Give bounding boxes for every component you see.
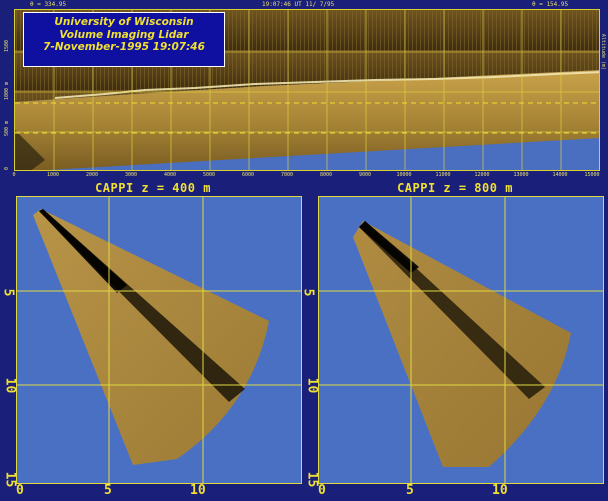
x-tick: 14000 bbox=[552, 172, 568, 178]
x-tick: 1000 bbox=[46, 172, 60, 178]
x-tick: 12000 bbox=[474, 172, 490, 178]
y-tick: 5 bbox=[0, 288, 16, 297]
x-tick: 5 bbox=[104, 483, 112, 498]
title-line-date: 7-November-1995 19:07:46 bbox=[43, 41, 205, 53]
timestamp-readout: 19:07:46 UT 11/ 7/95 bbox=[262, 1, 335, 8]
left-angle-readout: θ = 334.95 bbox=[30, 1, 67, 8]
y-tick: 0 bbox=[4, 166, 10, 170]
cappi-title: CAPPI z = 800 m bbox=[397, 181, 513, 195]
x-tick: 2000 bbox=[85, 172, 99, 178]
x-tick: 7000 bbox=[280, 172, 294, 178]
y-tick: 10 bbox=[2, 377, 18, 394]
x-tick: 10 bbox=[492, 483, 508, 498]
y-tick: 1500 bbox=[4, 39, 10, 52]
x-tick: 13000 bbox=[513, 172, 529, 178]
cappi-map bbox=[16, 196, 302, 484]
right-angle-readout: θ = 154.95 bbox=[532, 1, 569, 8]
x-tick: 0 bbox=[12, 172, 16, 178]
y-tick: 500 m bbox=[4, 120, 10, 136]
rhi-panel: θ = 334.95 19:07:46 UT 11/ 7/95 θ = 154.… bbox=[0, 0, 608, 180]
x-tick: 11000 bbox=[435, 172, 451, 178]
x-tick: 10000 bbox=[396, 172, 412, 178]
x-tick: 4000 bbox=[163, 172, 177, 178]
y-tick: 5 bbox=[300, 288, 316, 297]
x-tick: 0 bbox=[16, 483, 24, 498]
cappi-map bbox=[318, 196, 604, 484]
cappi-panel-800m: CAPPI z = 800 m 5 10 15 0 5 10 bbox=[300, 180, 606, 501]
x-tick: 8000 bbox=[319, 172, 333, 178]
title-line-instrument: Volume Imaging Lidar bbox=[59, 28, 189, 41]
x-tick: 0 bbox=[318, 483, 326, 498]
x-tick: 6000 bbox=[241, 172, 255, 178]
title-box: University of Wisconsin Volume Imaging L… bbox=[23, 12, 225, 67]
x-tick: 10 bbox=[190, 483, 206, 498]
cappi-map-svg bbox=[17, 197, 301, 483]
title-line-university: University of Wisconsin bbox=[54, 16, 194, 28]
cappi-title: CAPPI z = 400 m bbox=[95, 181, 211, 195]
x-tick: 5 bbox=[406, 483, 414, 498]
x-tick: 3000 bbox=[124, 172, 138, 178]
cappi-map-svg bbox=[319, 197, 603, 483]
y-tick: 10 bbox=[304, 377, 320, 394]
x-tick: 15000 bbox=[584, 172, 600, 178]
x-tick: 5000 bbox=[202, 172, 216, 178]
cappi-panel-400m: CAPPI z = 400 m 5 10 15 0 5 10 bbox=[0, 180, 304, 501]
altitude-axis-label: Altitude (m) bbox=[600, 33, 606, 70]
y-tick: 1000 m bbox=[4, 81, 10, 100]
x-tick: 9000 bbox=[358, 172, 372, 178]
